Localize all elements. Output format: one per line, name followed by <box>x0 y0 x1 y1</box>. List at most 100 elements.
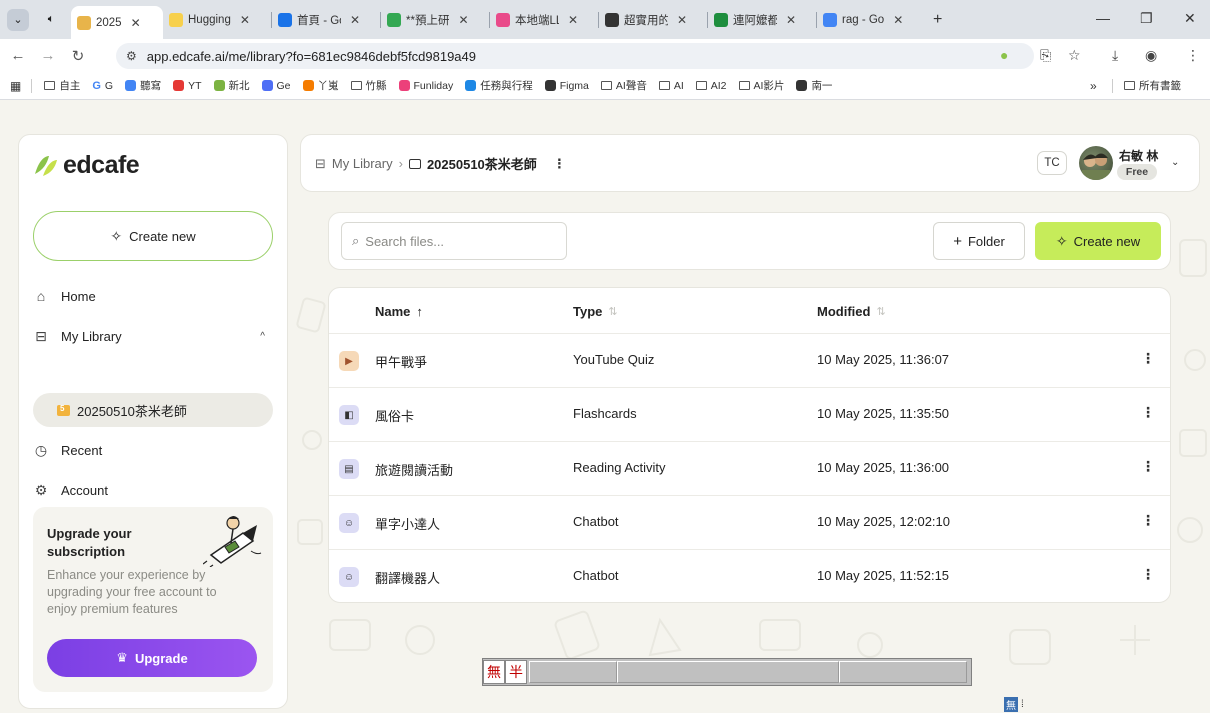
table-row[interactable]: ☺ 單字小達人 Chatbot 10 May 2025, 12:02:10 ⋮ <box>329 496 1170 550</box>
bookmark-item[interactable]: 新北 <box>213 78 250 93</box>
logo-text: edcafe <box>63 151 140 179</box>
create-new-button[interactable]: ✧ Create new <box>1035 222 1161 260</box>
column-modified[interactable]: Modified ⇅ <box>817 304 886 319</box>
forward-icon[interactable]: → <box>36 47 60 64</box>
file-modified: 10 May 2025, 11:52:15 <box>817 568 950 583</box>
row-options-icon[interactable]: ⋮ <box>1141 404 1155 421</box>
bookmark-item[interactable]: Figma <box>544 80 589 92</box>
browser-tab[interactable]: 2025 ✕ <box>71 6 163 39</box>
browser-tab[interactable]: **預上研 ✕ <box>381 5 489 35</box>
new-tab-button[interactable]: + <box>925 11 950 29</box>
bookmark-item[interactable]: 任務與行程 <box>465 78 533 93</box>
bookmark-favicon-icon <box>125 80 137 91</box>
tab-close-icon[interactable]: ✕ <box>893 13 903 27</box>
profile-avatar-icon[interactable]: ◉ <box>1145 47 1157 64</box>
reload-icon[interactable]: ↻ <box>66 47 90 65</box>
table-row[interactable]: ▤ 旅遊閱讀活動 Reading Activity 10 May 2025, 1… <box>329 442 1170 496</box>
sidebar-item-my-library[interactable]: ⊟ My Library ^ <box>33 321 273 351</box>
bookmark-item[interactable]: YT <box>173 80 202 92</box>
row-options-icon[interactable]: ⋮ <box>1141 458 1155 475</box>
table-row[interactable]: ◧ 風俗卡 Flashcards 10 May 2025, 11:35:50 ⋮ <box>329 388 1170 442</box>
audio-speaker-icon[interactable]: 🔈︎ <box>39 8 63 32</box>
table-row[interactable]: ▶ 甲午戰爭 YouTube Quiz 10 May 2025, 11:36:0… <box>329 334 1170 388</box>
user-name: 右敏 林 <box>1119 149 1159 163</box>
row-options-icon[interactable]: ⋮ <box>1141 566 1155 583</box>
bookmark-star-icon[interactable]: ☆ <box>1068 47 1081 64</box>
column-type[interactable]: Type ⇅ <box>573 304 618 319</box>
bookmark-label: AI影片 <box>753 80 785 92</box>
tab-favicon-icon <box>387 12 401 27</box>
close-window-icon[interactable]: ✕ <box>1184 10 1196 27</box>
bookmark-label: 自主 <box>59 80 81 92</box>
sidebar-item-recent[interactable]: ◷ Recent <box>33 435 273 465</box>
column-name[interactable]: Name ↑ <box>375 304 423 319</box>
file-modified: 10 May 2025, 12:02:10 <box>817 514 950 529</box>
upgrade-title: Upgrade your subscription <box>47 526 132 559</box>
bookmark-item[interactable]: 丫嵬 <box>302 78 339 93</box>
bookmark-item[interactable]: Funliday <box>398 80 453 92</box>
chevron-up-icon[interactable]: ^ <box>260 331 265 342</box>
bookmark-item[interactable]: 自主 <box>44 78 80 93</box>
back-icon[interactable]: ← <box>6 47 30 64</box>
url-field[interactable]: ⚙ app.edcafe.ai/me/library?fo=681ec9846d… <box>116 43 1034 69</box>
tab-favicon-icon <box>169 12 183 27</box>
bookmark-item[interactable]: Ge <box>261 80 291 92</box>
file-name: 風俗卡 <box>375 409 415 424</box>
browser-menu-icon[interactable]: ⋮ <box>1186 47 1200 64</box>
download-icon[interactable]: ⤓ <box>1112 47 1118 64</box>
restore-icon[interactable]: ❐ <box>1140 10 1153 27</box>
bookmark-favicon-icon <box>261 80 273 91</box>
tab-close-icon[interactable]: ✕ <box>458 13 468 27</box>
edcafe-logo[interactable]: edcafe <box>33 151 140 180</box>
browser-tab[interactable]: rag - Go ✕ <box>817 5 925 35</box>
bookmark-item[interactable]: AI2 <box>695 80 727 92</box>
all-bookmarks[interactable]: 所有書籤 <box>1124 78 1181 93</box>
file-type: Chatbot <box>573 514 619 529</box>
minimize-icon[interactable]: — <box>1096 10 1110 26</box>
browser-tab[interactable]: Hugging ✕ <box>163 5 271 35</box>
bookmark-item[interactable]: AI聲音 <box>600 78 647 93</box>
tab-close-icon[interactable]: ✕ <box>568 13 578 27</box>
ime-width-toggle[interactable]: 半 <box>505 660 527 684</box>
browser-tab[interactable]: 本地端LL ✕ <box>490 5 598 35</box>
bookmark-item[interactable]: AI <box>658 80 684 92</box>
ime-mini-indicator[interactable]: 無 ⁞ <box>1004 694 1042 713</box>
new-folder-button[interactable]: + Folder <box>933 222 1025 260</box>
tab-close-icon[interactable]: ✕ <box>677 13 687 27</box>
breadcrumb-my-library[interactable]: My Library <box>332 156 393 171</box>
tab-close-icon[interactable]: ✕ <box>350 13 360 27</box>
row-options-icon[interactable]: ⋮ <box>1141 512 1155 529</box>
bookmark-item[interactable]: 竹縣 <box>350 78 387 93</box>
browser-tab[interactable]: 超實用的 ✕ <box>599 5 707 35</box>
chevron-down-icon[interactable]: ⌄ <box>1171 157 1179 168</box>
apps-grid-icon[interactable]: ▦ <box>10 79 21 93</box>
bookmarks-more[interactable]: » <box>1090 79 1097 93</box>
tab-search-chevron-icon[interactable]: ⌄ <box>7 8 29 31</box>
sidebar-item-home[interactable]: ⌂ Home <box>33 281 273 311</box>
bookmark-item[interactable]: 南一 <box>796 78 832 93</box>
table-row[interactable]: ☺ 翻譯機器人 Chatbot 10 May 2025, 11:52:15 ⋮ <box>329 550 1170 602</box>
sidebar-item-account[interactable]: ⚙ Account <box>33 475 273 505</box>
translate-icon[interactable]: ⎘ <box>1040 47 1051 64</box>
site-info-icon[interactable]: ⚙ <box>126 49 137 63</box>
browser-tab[interactable]: 連阿嬤都 ✕ <box>708 5 816 35</box>
edcafe-extension-icon[interactable]: ● <box>1000 47 1008 63</box>
tab-close-icon[interactable]: ✕ <box>786 13 796 27</box>
bookmark-item[interactable]: 聽寫 <box>125 78 161 93</box>
sidebar-item-folder-20250510[interactable]: 20250510茶米老師 <box>33 393 273 427</box>
search-input[interactable] <box>365 233 546 249</box>
browser-tab[interactable]: 首頁 - Go ✕ <box>272 5 380 35</box>
ime-settings-icon: ⁞ <box>1021 698 1024 710</box>
folder-options-icon[interactable]: ⋮ <box>553 156 566 172</box>
ime-mode-toggle[interactable]: 無 <box>483 660 505 684</box>
row-options-icon[interactable]: ⋮ <box>1141 350 1155 367</box>
tab-close-icon[interactable]: ✕ <box>240 13 250 27</box>
avatar[interactable] <box>1079 146 1113 180</box>
initials-badge[interactable]: TC <box>1037 151 1067 175</box>
sidebar-create-new-button[interactable]: ✧ Create new <box>33 211 273 261</box>
upgrade-button[interactable]: ♛ Upgrade <box>47 639 257 677</box>
tab-close-icon[interactable]: ✕ <box>131 16 141 30</box>
bookmark-item[interactable]: GG <box>92 80 113 92</box>
youtube-quiz-icon: ▶ <box>339 351 359 371</box>
bookmark-item[interactable]: AI影片 <box>738 78 785 93</box>
